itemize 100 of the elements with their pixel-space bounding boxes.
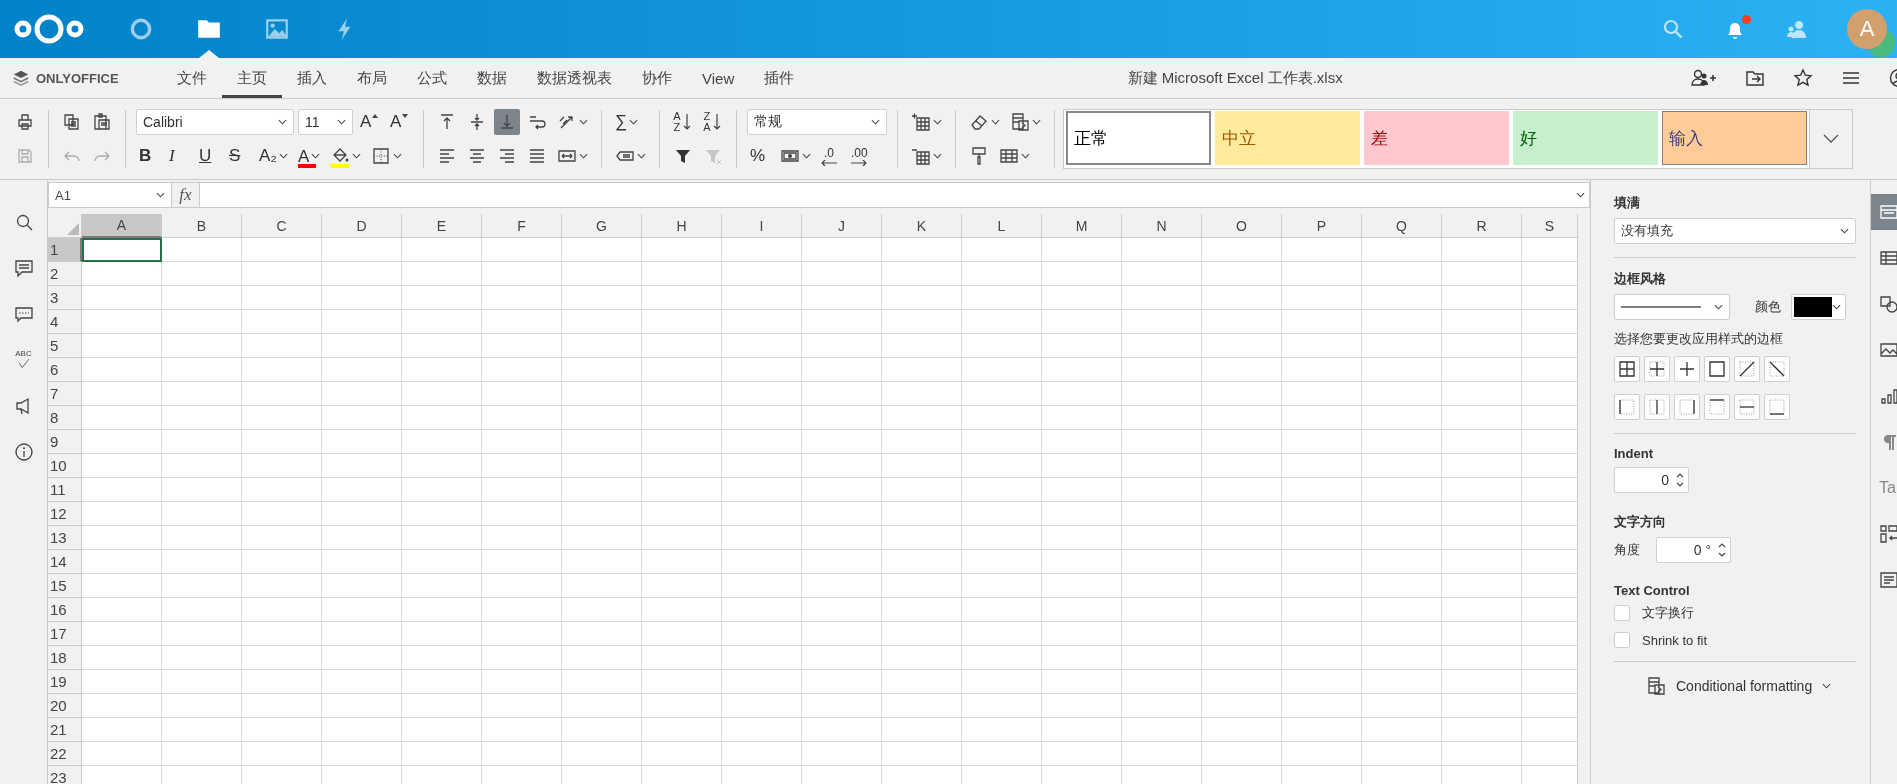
format-combo[interactable]: 常规 [747,109,887,135]
border-button[interactable] [1734,394,1760,420]
menu-tab[interactable]: 数据 [462,58,522,98]
column-header[interactable]: P [1282,214,1362,238]
logo-icon[interactable] [14,12,84,46]
border-button[interactable] [1644,356,1670,382]
menu-tab[interactable]: 布局 [342,58,402,98]
cell-style[interactable]: 中立 [1215,111,1360,165]
row-header[interactable]: 8 [48,406,82,430]
border-button[interactable] [1674,394,1700,420]
column-header[interactable]: B [162,214,242,238]
column-header[interactable]: D [322,214,402,238]
row-header[interactable]: 6 [48,358,82,382]
checkbox[interactable] [1614,632,1630,648]
border-button[interactable] [1734,356,1760,382]
cell-style[interactable]: 好 [1513,111,1658,165]
column-header[interactable]: K [882,214,962,238]
row-header[interactable]: 22 [48,742,82,766]
row-header[interactable]: 19 [48,670,82,694]
shrink-button[interactable]: A [387,109,413,135]
column-header[interactable]: F [482,214,562,238]
open-folder-icon[interactable] [1745,68,1765,88]
row-header[interactable]: 10 [48,454,82,478]
size-combo[interactable]: 11 [298,109,353,135]
column-header[interactable]: L [962,214,1042,238]
row-header[interactable]: 1 [48,238,82,262]
row-header[interactable]: 5 [48,334,82,358]
row-header[interactable]: 16 [48,598,82,622]
border-button[interactable] [1764,356,1790,382]
percent-button[interactable]: % [747,143,773,169]
row-header[interactable]: 2 [48,262,82,286]
ring-icon[interactable] [128,16,154,42]
add-user-icon[interactable] [1691,68,1717,88]
row-header[interactable]: 14 [48,550,82,574]
border-button[interactable] [1674,356,1700,382]
column-header[interactable]: S [1522,214,1577,238]
line-style-dropdown[interactable] [1614,294,1730,320]
row-header[interactable]: 11 [48,478,82,502]
row-header[interactable]: 20 [48,694,82,718]
row-header[interactable]: 13 [48,526,82,550]
row-header[interactable]: 15 [48,574,82,598]
sum-button[interactable]: ∑ [612,109,642,135]
star-icon[interactable] [1793,68,1813,88]
color-picker[interactable] [1791,294,1846,320]
menu-tab[interactable]: 主页 [222,58,282,98]
sort-desc-button[interactable]: ZA [700,109,726,135]
menu-tab[interactable]: 公式 [402,58,462,98]
italic-button[interactable]: I [166,143,192,169]
insert-function-button[interactable]: fx [172,182,200,208]
column-header[interactable]: G [562,214,642,238]
border-button[interactable] [1704,356,1730,382]
column-header[interactable]: E [402,214,482,238]
spellcheck-button[interactable]: ABC [9,346,38,374]
row-header[interactable]: 21 [48,718,82,742]
row-header[interactable]: 9 [48,430,82,454]
menu-tab[interactable]: 插件 [749,58,810,98]
cell-style[interactable]: 正常 [1066,111,1211,165]
sort-asc-button[interactable]: AZ [670,109,696,135]
border-button[interactable] [1614,394,1640,420]
cell-style[interactable]: 差 [1364,111,1509,165]
row-header[interactable]: 3 [48,286,82,310]
border-button[interactable] [1614,356,1640,382]
font-combo[interactable]: Calibri [136,109,294,135]
font-color-button[interactable]: A [294,143,324,169]
row-header[interactable]: 23 [48,766,82,784]
conditional-formatting-button[interactable]: Conditional formatting [1644,674,1834,698]
strike-button[interactable]: S [226,143,252,169]
underline-button[interactable]: U [196,143,222,169]
increase-decimal-button[interactable]: .00 [848,143,874,169]
border-button[interactable] [1704,394,1730,420]
menu-tab[interactable]: View [687,58,750,98]
column-header[interactable]: R [1442,214,1522,238]
border-button[interactable] [1644,394,1670,420]
row-header[interactable]: 4 [48,310,82,334]
column-header[interactable]: M [1042,214,1122,238]
angle-spinner[interactable]: 0 ° [1656,537,1731,563]
decrease-decimal-button[interactable]: .0 [818,143,844,169]
menu-tab[interactable]: 数据透视表 [522,58,627,98]
formula-input[interactable] [200,182,1590,208]
cell-grid[interactable] [82,238,1577,784]
column-header[interactable]: C [242,214,322,238]
subscript-button[interactable]: A₂ [256,143,291,169]
grow-button[interactable]: A [357,109,383,135]
scrollbar[interactable] [1577,214,1590,784]
bold-button[interactable]: B [136,143,162,169]
column-header[interactable]: A [82,214,162,238]
column-header[interactable]: Q [1362,214,1442,238]
fill-dropdown[interactable]: 没有填充 [1614,218,1856,244]
name-box[interactable]: A1 [48,182,172,208]
cell-style[interactable]: 输入 [1662,111,1807,165]
row-header[interactable]: 17 [48,622,82,646]
column-header[interactable]: I [722,214,802,238]
indent-spinner[interactable]: 0 [1614,467,1689,493]
menu-tab[interactable]: 协作 [627,58,687,98]
row-header[interactable]: 7 [48,382,82,406]
column-header[interactable]: N [1122,214,1202,238]
column-header[interactable]: O [1202,214,1282,238]
border-button[interactable] [1764,394,1790,420]
menu-tab[interactable]: 文件 [162,58,222,98]
row-header[interactable]: 18 [48,646,82,670]
